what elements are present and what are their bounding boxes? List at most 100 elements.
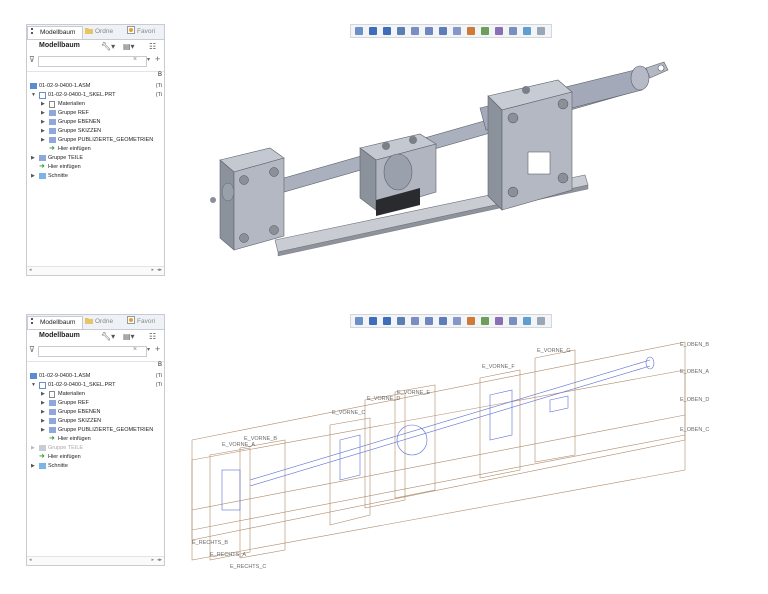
settings-icon[interactable]: 🔧︎▾ bbox=[101, 332, 115, 342]
horizontal-scrollbar[interactable]: ◂ ▸ ◂▸ bbox=[27, 266, 164, 275]
star-icon bbox=[127, 26, 135, 34]
expand-icon[interactable]: ◂▸ bbox=[157, 267, 162, 273]
zoom-in-icon[interactable] bbox=[369, 317, 377, 325]
horizontal-scrollbar[interactable]: ◂ ▸ ◂▸ bbox=[27, 556, 164, 565]
bolt bbox=[507, 186, 519, 198]
add-filter-icon[interactable]: + bbox=[155, 54, 160, 64]
bolt bbox=[522, 86, 530, 94]
datum-planes bbox=[191, 341, 686, 561]
wireframe-model-view[interactable]: E_OBEN_B E_OBEN_A E_OBEN_D E_OBEN_C E_VO… bbox=[180, 330, 710, 580]
chevron-right-icon[interactable]: ▶ bbox=[31, 461, 35, 471]
search-input[interactable] bbox=[38, 56, 147, 67]
repaint-icon[interactable] bbox=[397, 317, 405, 325]
display-style-icon[interactable] bbox=[411, 27, 419, 35]
scroll-left-icon[interactable]: ◂ bbox=[29, 557, 32, 563]
annotation-display-icon[interactable] bbox=[509, 27, 517, 35]
tab-ordner[interactable]: Ordne bbox=[83, 26, 123, 38]
saved-orientation-icon[interactable] bbox=[425, 27, 433, 35]
annotation-display-icon[interactable] bbox=[509, 317, 517, 325]
chevron-down-icon[interactable]: ▾ bbox=[147, 346, 150, 353]
appearance-icon[interactable] bbox=[537, 27, 545, 35]
zoom-in-icon[interactable] bbox=[369, 27, 377, 35]
group-icon bbox=[49, 110, 56, 116]
tree-row-schnitte[interactable]: ▶ Schnitte bbox=[27, 171, 164, 181]
filter-row: ⊽ × ▾ + bbox=[27, 344, 164, 357]
tab-favoriten[interactable]: Favori bbox=[125, 26, 165, 38]
part-icon bbox=[39, 382, 46, 389]
columns-icon[interactable]: ☷ bbox=[149, 42, 156, 52]
add-filter-icon[interactable]: + bbox=[155, 344, 160, 354]
scroll-right-icon[interactable]: ▸ bbox=[151, 557, 154, 563]
plane-label: E_OBEN_B bbox=[680, 342, 709, 348]
plane-label: E_VORNE_E bbox=[397, 390, 430, 396]
filter-icon: ⊽ bbox=[29, 55, 35, 64]
star-icon bbox=[127, 316, 135, 324]
display-style-icon[interactable] bbox=[411, 317, 419, 325]
scroll-left-icon[interactable]: ◂ bbox=[29, 267, 32, 273]
column-header: B bbox=[27, 71, 164, 80]
view-manager-icon[interactable] bbox=[453, 317, 461, 325]
group-icon bbox=[39, 155, 46, 161]
rod-end bbox=[221, 182, 235, 202]
chevron-down-icon[interactable]: ▾ bbox=[147, 56, 150, 63]
panel-tabs: Modellbaum Ordne Favori bbox=[27, 315, 164, 330]
refit-icon[interactable] bbox=[355, 317, 363, 325]
search-input[interactable] bbox=[38, 346, 147, 357]
filter-row: ⊽ × ▾ + bbox=[27, 54, 164, 67]
scroll-right-icon[interactable]: ▸ bbox=[151, 267, 154, 273]
view-toolbar-bottom bbox=[350, 314, 552, 328]
plane-label: E_RECHTS_C bbox=[230, 564, 266, 570]
filter-icon: ⊽ bbox=[29, 345, 35, 354]
bolt bbox=[239, 233, 249, 243]
columns-icon[interactable]: ☷ bbox=[149, 332, 156, 342]
datum-display-icon[interactable] bbox=[481, 317, 489, 325]
rod-eye-hole bbox=[657, 64, 665, 72]
spin-center-icon[interactable] bbox=[495, 317, 503, 325]
tab-modellbaum[interactable]: Modellbaum bbox=[27, 316, 83, 329]
tab-modellbaum[interactable]: Modellbaum bbox=[27, 26, 83, 39]
zoom-out-icon[interactable] bbox=[383, 317, 391, 325]
assembly-icon bbox=[30, 83, 37, 89]
named-views-icon[interactable] bbox=[439, 27, 447, 35]
clear-icon[interactable]: × bbox=[133, 56, 137, 63]
assembly-icon bbox=[30, 373, 37, 379]
show-icon[interactable]: ▤▾ bbox=[123, 42, 135, 52]
plane-label: E_VORNE_D bbox=[367, 396, 400, 402]
repaint-icon[interactable] bbox=[397, 27, 405, 35]
section-icon[interactable] bbox=[523, 27, 531, 35]
show-icon[interactable]: ▤▾ bbox=[123, 332, 135, 342]
plane-label: E_OBEN_D bbox=[680, 397, 709, 403]
view-manager-icon[interactable] bbox=[453, 27, 461, 35]
bolt bbox=[269, 167, 279, 177]
expand-icon[interactable]: ◂▸ bbox=[157, 557, 162, 563]
group-icon bbox=[49, 128, 56, 134]
clear-icon[interactable]: × bbox=[133, 346, 137, 353]
named-views-icon[interactable] bbox=[439, 317, 447, 325]
plane-label: E_VORNE_G bbox=[537, 348, 571, 354]
view-toolbar-top bbox=[350, 24, 552, 38]
datum-display-icon[interactable] bbox=[481, 27, 489, 35]
plane-label: E_VORNE_C bbox=[332, 410, 365, 416]
chevron-right-icon[interactable]: ▶ bbox=[31, 171, 35, 181]
appearance-icon[interactable] bbox=[537, 317, 545, 325]
column-header: B bbox=[27, 361, 164, 370]
saved-orientation-icon[interactable] bbox=[425, 317, 433, 325]
rod-eye bbox=[645, 61, 669, 79]
perspective-icon[interactable] bbox=[467, 317, 475, 325]
tab-favoriten[interactable]: Favori bbox=[125, 316, 165, 328]
group-icon bbox=[39, 445, 46, 451]
section-icon[interactable] bbox=[523, 317, 531, 325]
settings-icon[interactable]: 🔧︎▾ bbox=[101, 42, 115, 52]
spin-center-icon[interactable] bbox=[495, 27, 503, 35]
insert-arrow-icon: ➜ bbox=[39, 163, 45, 170]
material-icon bbox=[49, 391, 55, 398]
material-icon bbox=[49, 101, 55, 108]
group-icon bbox=[49, 400, 56, 406]
tree-row-schnitte[interactable]: ▶ Schnitte bbox=[27, 461, 164, 471]
refit-icon[interactable] bbox=[355, 27, 363, 35]
zoom-out-icon[interactable] bbox=[383, 27, 391, 35]
tab-ordner[interactable]: Ordne bbox=[83, 316, 123, 328]
shaded-model-view[interactable] bbox=[180, 40, 710, 290]
cylinder-end bbox=[630, 65, 650, 91]
perspective-icon[interactable] bbox=[467, 27, 475, 35]
